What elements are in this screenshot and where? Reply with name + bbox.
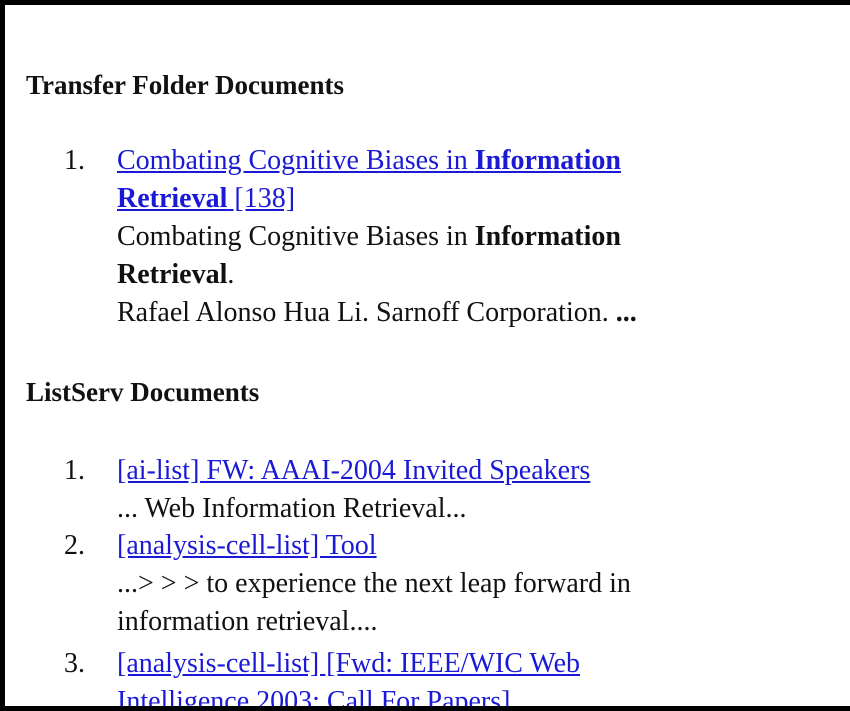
text-run: Intelligence 2003: Call For Papers] [117,686,511,711]
text-line: [ai-list] FW: AAAI-2004 Invited Speakers [117,452,757,490]
result-snippet: Combating Cognitive Biases in Informatio… [117,218,757,332]
text-line: ...> > > to experience the next leap for… [117,565,757,603]
item-number: 1. [64,145,85,176]
text-line: Combating Cognitive Biases in Informatio… [117,142,757,180]
result-link[interactable]: Combating Cognitive Biases in Informatio… [117,142,757,218]
highlighted-term: Retrieval [117,259,228,290]
text-line: Combating Cognitive Biases in Informatio… [117,218,757,256]
result-snippet: ... Web Information Retrieval... [117,490,757,528]
text-run: [ai-list] FW: AAAI-2004 Invited Speakers [117,455,591,486]
text-run: [138] [227,183,296,214]
text-line: [analysis-cell-list] Tool [117,527,757,565]
item-body: [ai-list] FW: AAAI-2004 Invited Speakers… [117,452,757,528]
item-body: Combating Cognitive Biases in Informatio… [117,142,757,332]
text-line: [analysis-cell-list] [Fwd: IEEE/WIC Web [117,645,757,683]
section-title-transfer-folder: Transfer Folder Documents [26,70,344,100]
text-line: Intelligence 2003: Call For Papers] [117,683,757,711]
result-link[interactable]: [analysis-cell-list] Tool [117,527,757,565]
results-frame: Transfer Folder Documents 1. Combating C… [0,0,850,711]
text-run: [analysis-cell-list] [Fwd: IEEE/WIC Web [117,648,580,679]
text-run: . [227,259,235,290]
result-snippet: ...> > > to experience the next leap for… [117,565,757,641]
item-number: 2. [64,530,85,561]
highlighted-term: Retrieval [117,183,228,214]
item-number: 3. [64,648,85,679]
highlighted-term: ... [615,297,637,328]
result-link[interactable]: [ai-list] FW: AAAI-2004 Invited Speakers [117,452,757,490]
text-run: Combating Cognitive Biases in [117,145,475,176]
text-run: ... Web Information Retrieval... [117,493,467,524]
item-body: [analysis-cell-list] Tool ...> > > to ex… [117,527,757,641]
highlighted-term: Information [474,221,621,252]
text-line: Retrieval [138] [117,180,757,218]
item-body: [analysis-cell-list] [Fwd: IEEE/WIC Web I… [117,645,757,711]
result-link[interactable]: [analysis-cell-list] [Fwd: IEEE/WIC Web I… [117,645,757,711]
text-line: ... Web Information Retrieval... [117,490,757,528]
text-line: Rafael Alonso Hua Li. Sarnoff Corporatio… [117,294,757,332]
item-number: 1. [64,455,85,486]
text-run: Combating Cognitive Biases in [117,221,475,252]
text-line: information retrieval.... [117,603,757,641]
text-line: Retrieval. [117,256,757,294]
text-run: information retrieval.... [117,606,378,637]
highlighted-term: Information [474,145,621,176]
text-run: [analysis-cell-list] Tool [117,530,377,561]
section-title-listserv: ListServ Documents [26,377,260,407]
text-run: ...> > > to experience the next leap for… [117,568,631,599]
text-run: Rafael Alonso Hua Li. Sarnoff Corporatio… [117,297,616,328]
